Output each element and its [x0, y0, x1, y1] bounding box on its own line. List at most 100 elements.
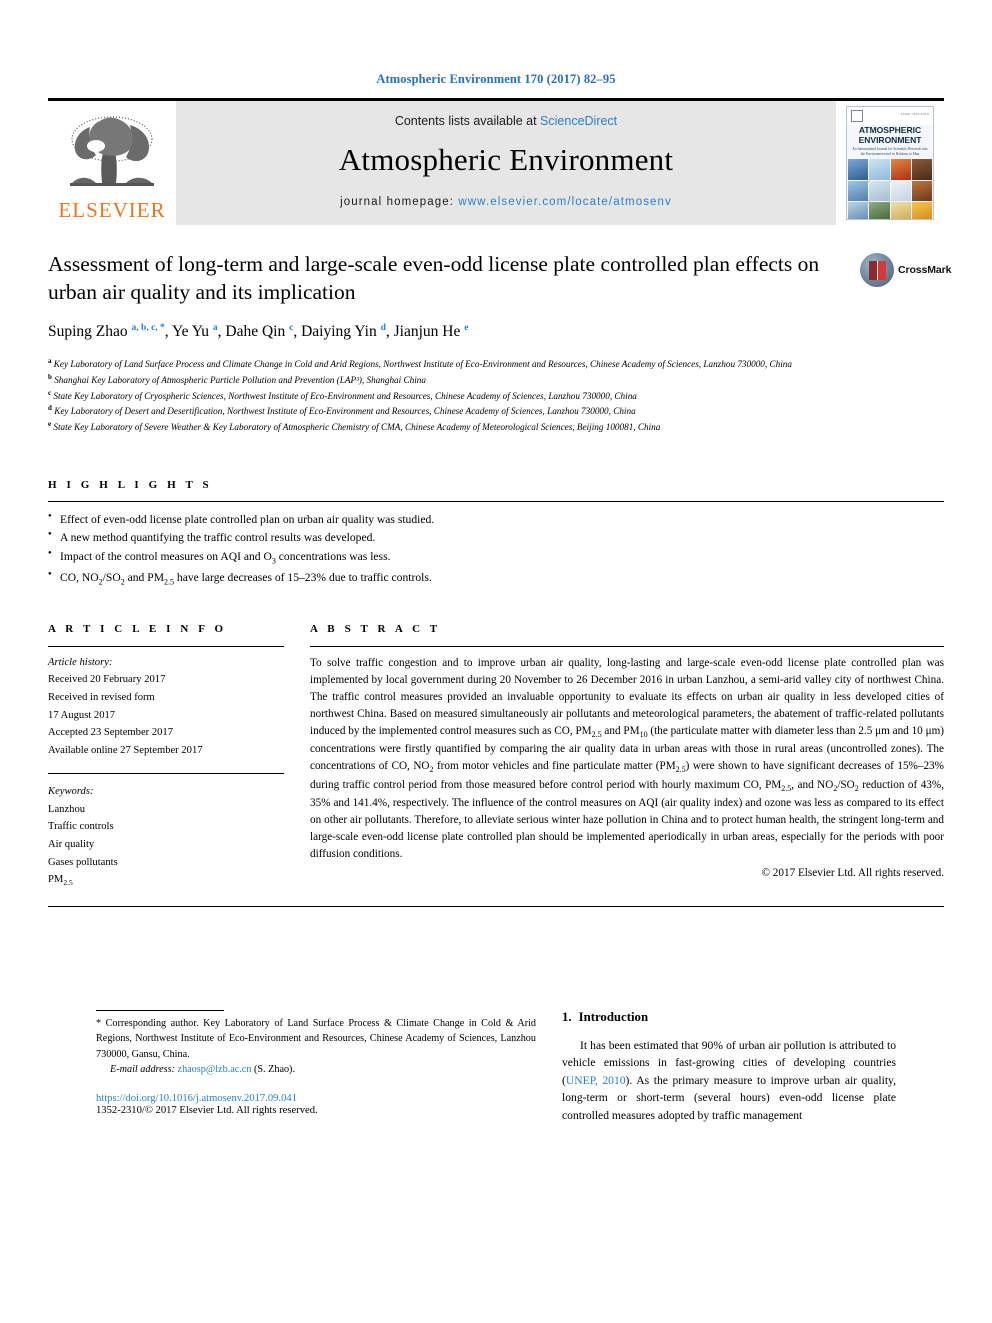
crossmark-badge[interactable]: CrossMark: [860, 247, 951, 293]
affiliation-list: a Key Laboratory of Land Surface Process…: [48, 356, 848, 434]
journal-homepage-link[interactable]: www.elsevier.com/locate/atmosenv: [458, 196, 672, 208]
sciencedirect-link[interactable]: ScienceDirect: [540, 114, 617, 128]
introduction-heading: 1. Introduction: [562, 1010, 896, 1025]
author-name[interactable]: Ye Yu a: [172, 323, 218, 340]
affiliation-item: b Shanghai Key Laboratory of Atmospheric…: [48, 373, 426, 386]
article-history-item: 17 August 2017: [48, 709, 116, 721]
keywords-block: Keywords: Lanzhou Traffic controls Air qua…: [48, 774, 284, 890]
author-name[interactable]: Suping Zhao a, b, c, *: [48, 323, 165, 340]
author-affiliation-mark: a, b, c, *: [131, 323, 165, 334]
title-block: CrossMark Assessment of long-term and la…: [48, 251, 951, 342]
info-abstract-row: A R T I C L E I N F O Article history: R…: [48, 623, 944, 890]
abstract-heading: A B S T R A C T: [310, 622, 441, 635]
introduction-paragraph: It has been estimated that 90% of urban …: [562, 1037, 896, 1124]
cover-tile: [869, 159, 890, 180]
cover-tile: [911, 180, 932, 201]
highlights-divider: [48, 500, 944, 502]
citation-link-unep[interactable]: UNEP, 2010: [566, 1074, 626, 1087]
abstract-text: To solve traffic congestion and to impro…: [310, 656, 945, 861]
doi-link[interactable]: https://doi.org/10.1016/j.atmosenv.2017.…: [96, 1093, 536, 1104]
affiliation-mark: b: [48, 373, 52, 381]
cover-title-line1: ATMOSPHERIC: [858, 125, 922, 135]
journal-masthead: ELSEVIER Contents lists available at Sci…: [48, 101, 944, 225]
author-affiliation-mark: a: [212, 323, 218, 334]
cover-photo-grid: [847, 159, 933, 219]
corresponding-text: Corresponding author. Key Laboratory of …: [96, 1018, 537, 1060]
abstract-bottom-rule: [48, 905, 944, 907]
cover-tile: [869, 180, 890, 201]
introduction-number: 1.: [562, 1010, 572, 1024]
introduction-column: 1. Introduction It has been estimated tha…: [562, 1010, 896, 1124]
cover-title-line2: ENVIRONMENT: [858, 135, 922, 146]
email-owner: (S. Zhao).: [253, 1063, 295, 1075]
article-history-block: Article history: Received 20 February 20…: [48, 647, 284, 759]
affiliation-item: d Key Laboratory of Desert and Desertifi…: [48, 404, 636, 417]
cover-issn-code: ISSN 1352-2310: [901, 112, 929, 116]
highlight-item: Impact of the control measures on AQI an…: [48, 548, 944, 568]
running-head: Atmospheric Environment 170 (2017) 82–95: [376, 72, 616, 86]
affiliation-mark: d: [48, 404, 52, 413]
corresponding-marker: *: [96, 1018, 102, 1029]
homepage-prefix: journal homepage:: [340, 196, 459, 208]
article-info-column: A R T I C L E I N F O Article history: R…: [48, 623, 284, 890]
cover-elsevier-icon: [851, 110, 863, 122]
page-footer-columns: * Corresponding author. Key Laboratory o…: [48, 1010, 944, 1124]
keywords-items: Lanzhou Traffic controls Air quality Gases …: [48, 801, 284, 890]
footnote-column: * Corresponding author. Key Laboratory o…: [96, 1010, 536, 1124]
affiliation-item: c State Key Laboratory of Cryospheric Sc…: [48, 388, 637, 401]
cover-tile: [890, 201, 911, 219]
keywords-label: Keywords:: [48, 786, 94, 798]
page-title: Assessment of long-term and large-scale …: [48, 252, 820, 304]
issn-copyright-line: 1352-2310/© 2017 Elsevier Ltd. All right…: [96, 1105, 318, 1117]
journal-cover-thumbnail: ISSN 1352-2310 ATMOSPHERIC ENVIRONMENT A…: [836, 101, 944, 225]
highlights-items: Effect of even-odd license plate control…: [48, 511, 944, 589]
author-name[interactable]: Daiying Yin d: [301, 323, 386, 340]
cover-tile: [848, 201, 869, 219]
journal-cover-image: ISSN 1352-2310 ATMOSPHERIC ENVIRONMENT A…: [846, 106, 934, 220]
affiliation-item: e State Key Laboratory of Severe Weather…: [48, 420, 661, 433]
author-name[interactable]: Jianjun He e: [394, 323, 469, 340]
contents-available-line: Contents lists available at ScienceDirec…: [395, 114, 617, 128]
abstract-copyright: © 2017 Elsevier Ltd. All rights reserved…: [761, 867, 945, 880]
journal-homepage-line: journal homepage: www.elsevier.com/locat…: [340, 196, 672, 208]
footnote-rule: [96, 1010, 224, 1011]
abstract-column: A B S T R A C T To solve traffic congest…: [310, 623, 944, 890]
contents-prefix: Contents lists available at: [394, 114, 541, 128]
highlights-heading: H I G H L I G H T S: [48, 478, 213, 491]
highlight-item: Effect of even-odd license plate control…: [48, 511, 944, 530]
author-affiliation-mark: c: [289, 323, 294, 334]
article-history-item: Available online 27 September 2017: [48, 744, 203, 756]
cover-tile: [911, 159, 932, 180]
affiliation-mark: c: [48, 388, 52, 397]
cover-subtitle: An International Journal for Scientific …: [852, 147, 928, 156]
cover-tile: [890, 159, 911, 180]
author-name[interactable]: Dahe Qin c: [225, 323, 293, 340]
article-history-item: Accepted 23 September 2017: [48, 727, 174, 739]
elsevier-wordmark: ELSEVIER: [58, 198, 166, 222]
article-first-page: Atmospheric Environment 170 (2017) 82–95…: [0, 0, 992, 1323]
highlights-section: H I G H L I G H T S Effect of even-odd l…: [48, 479, 944, 589]
author-list: Suping Zhao a, b, c, *, Ye Yu a, Dahe Qi…: [48, 323, 469, 341]
article-history-item: Received 20 February 2017: [48, 674, 166, 686]
author-affiliation-mark: e: [464, 323, 469, 334]
elsevier-tree-icon: [70, 116, 154, 186]
cover-tile: [869, 201, 890, 219]
affiliation-item: a Key Laboratory of Land Surface Process…: [48, 357, 792, 370]
keyword-item: Lanzhou: [48, 803, 86, 815]
cover-tile: [848, 180, 869, 201]
email-link[interactable]: zhaosp@lzb.ac.cn: [178, 1064, 252, 1075]
crossmark-label: CrossMark: [898, 264, 952, 276]
journal-title: Atmospheric Environment: [338, 142, 674, 177]
article-history-label: Article history:: [48, 656, 113, 668]
keyword-item: Air quality: [48, 838, 95, 850]
masthead-center: Contents lists available at ScienceDirec…: [176, 101, 836, 225]
article-info-heading: A R T I C L E I N F O: [48, 622, 227, 635]
elsevier-logo: ELSEVIER: [48, 101, 176, 225]
crossmark-logo-icon: [860, 253, 894, 287]
cover-tile: [890, 180, 911, 201]
keyword-item: Gases pollutants: [48, 856, 118, 868]
article-history-item: Received in revised form: [48, 691, 155, 703]
cover-tile: [911, 201, 932, 219]
cover-tile: [848, 159, 869, 180]
highlight-item: CO, NO2/SO2 and PM2.5 have large decreas…: [48, 569, 944, 589]
